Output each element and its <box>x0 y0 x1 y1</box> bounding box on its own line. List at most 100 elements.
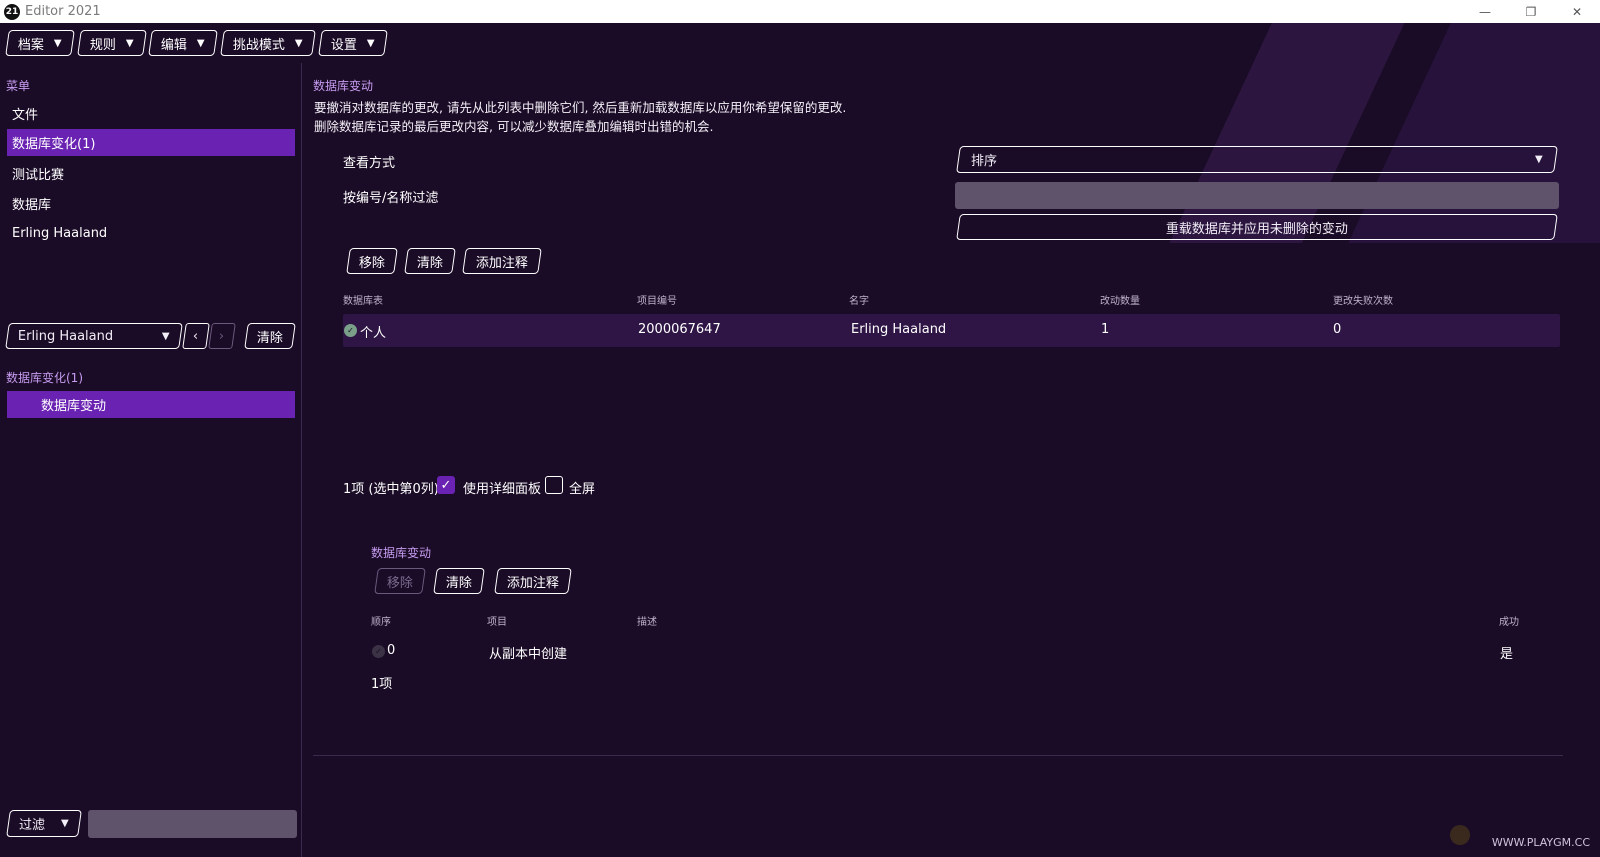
sidebar-item-label: 测试比赛 <box>12 168 65 183</box>
title-bar: 21 Editor 2021 — ❐ ✕ <box>0 0 1600 23</box>
window-controls: — ❐ ✕ <box>1462 0 1600 23</box>
chevron-down-icon: ▼ <box>197 37 206 49</box>
filter-label: 过滤 <box>19 818 46 833</box>
main-panel: 数据库变动 要撤消对数据库的更改, 请先从此列表中删除它们, 然后重新加载数据库… <box>303 63 1600 857</box>
sidebar-menu-heading: 菜单 <box>6 79 31 93</box>
sidebar-item-test-match[interactable]: 测试比赛 <box>7 160 295 187</box>
menu-label: 编辑 <box>161 37 188 53</box>
col-header-item-id[interactable]: 项目编号 <box>637 292 677 307</box>
sidebar-filter-input[interactable] <box>88 810 297 838</box>
window-title: Editor 2021 <box>25 4 101 19</box>
watermark: WWW.PLAYGM.CC <box>1491 836 1590 849</box>
menu-edit-button[interactable]: 编辑 ▼ <box>148 30 218 56</box>
cell-name: Erling Haaland <box>851 322 947 337</box>
cell-db-table: 个人 <box>360 326 387 341</box>
chevron-down-icon: ▼ <box>54 37 62 49</box>
sidebar-item-files[interactable]: 文件 <box>7 100 295 127</box>
col-header-fail-count[interactable]: 更改失败次数 <box>1333 292 1393 307</box>
sidebar-item-db-change-entry[interactable]: 数据库变动 <box>7 391 295 418</box>
chevron-down-icon: ▼ <box>162 330 170 342</box>
detail-clear-button[interactable]: 清除 <box>433 568 485 594</box>
button-label: 清除 <box>256 330 283 346</box>
sidebar-item-label: Erling Haaland <box>12 226 108 241</box>
detail-add-note-button[interactable]: 添加注释 <box>494 568 572 594</box>
reload-database-button[interactable]: 重载数据库并应用未删除的变动 <box>956 214 1558 240</box>
detail-cell-order: 0 <box>387 643 396 658</box>
chevron-down-icon: ▼ <box>125 37 134 49</box>
chevron-down-icon: ▼ <box>295 37 303 49</box>
close-button[interactable]: ✕ <box>1554 0 1600 23</box>
filter-by-id-label: 按编号/名称过滤 <box>343 191 439 206</box>
chevron-left-icon: ‹ <box>193 328 199 344</box>
detail-col-description[interactable]: 描述 <box>637 613 657 628</box>
restore-button[interactable]: ❐ <box>1508 0 1554 23</box>
menu-challenge-button[interactable]: 挑战模式 ▼ <box>220 30 316 56</box>
view-mode-label: 查看方式 <box>343 156 396 171</box>
filter-dropdown[interactable]: 过滤 ▼ <box>6 810 82 837</box>
button-label: 清除 <box>445 575 472 591</box>
add-note-button[interactable]: 添加注释 <box>462 248 542 274</box>
menu-rules-button[interactable]: 规则 ▼ <box>76 30 147 56</box>
detail-col-success[interactable]: 成功 <box>1499 613 1519 628</box>
chevron-right-icon: › <box>219 328 225 344</box>
detail-panel-checkbox[interactable]: ✓ <box>437 476 455 494</box>
sidebar-item-database[interactable]: 数据库 <box>7 190 295 217</box>
table-row[interactable] <box>343 314 1560 347</box>
cell-fail-count: 0 <box>1333 322 1342 337</box>
detail-col-order[interactable]: 顺序 <box>371 613 391 628</box>
col-header-db-table[interactable]: 数据库表 <box>343 292 383 307</box>
fullscreen-label: 全屏 <box>569 482 596 497</box>
player-combo[interactable]: Erling Haaland ▼ <box>5 323 183 349</box>
checkmark-icon: ✓ <box>440 477 452 493</box>
cell-item-id: 2000067647 <box>638 322 721 337</box>
menu-settings-button[interactable]: 设置 ▼ <box>318 30 388 56</box>
app-logo-icon: 21 <box>4 3 20 20</box>
chevron-down-icon: ▼ <box>1535 154 1543 165</box>
detail-col-item[interactable]: 项目 <box>487 613 507 628</box>
sidebar-changes-heading: 数据库变化(1) <box>6 371 83 385</box>
description-line: 删除数据库记录的最后更改内容, 可以减少数据库叠加编辑时出错的机会. <box>314 119 714 134</box>
sidebar-item-label: 数据库 <box>12 198 52 213</box>
description-line: 要撤消对数据库的更改, 请先从此列表中删除它们, 然后重新加载数据库以应用你希望… <box>314 100 847 115</box>
button-label: 清除 <box>416 255 443 271</box>
menu-label: 挑战模式 <box>233 37 286 53</box>
sidebar: 菜单 文件 数据库变化(1) 测试比赛 数据库 Erling Haaland E… <box>0 63 302 857</box>
button-label: 添加注释 <box>475 255 528 271</box>
prev-button[interactable]: ‹ <box>182 323 210 349</box>
detail-remove-button[interactable]: 移除 <box>374 568 426 594</box>
minimize-button[interactable]: — <box>1462 0 1508 23</box>
status-text: 1项 (选中第0列) <box>343 482 439 497</box>
divider <box>313 755 1563 756</box>
cell-change-count: 1 <box>1101 322 1110 337</box>
menu-bar: 档案 ▼ 规则 ▼ 编辑 ▼ 挑战模式 ▼ 设置 ▼ <box>0 23 1600 63</box>
menu-file-button[interactable]: 档案 ▼ <box>5 30 75 56</box>
clear-button[interactable]: 清除 <box>404 248 456 274</box>
section-title: 数据库变动 <box>313 79 374 93</box>
remove-button[interactable]: 移除 <box>346 248 398 274</box>
detail-cell-item: 从副本中创建 <box>489 647 568 662</box>
sidebar-item-db-changes[interactable]: 数据库变化(1) <box>7 129 295 156</box>
detail-cell-success: 是 <box>1500 647 1514 662</box>
sidebar-item-label: 数据库变动 <box>41 399 107 414</box>
detail-count: 1项 <box>371 677 393 692</box>
button-label: 添加注释 <box>506 575 559 591</box>
next-button[interactable]: › <box>208 323 236 349</box>
button-label: 重载数据库并应用未删除的变动 <box>1165 221 1348 237</box>
description: 要撤消对数据库的更改, 请先从此列表中删除它们, 然后重新加载数据库以应用你希望… <box>314 98 846 136</box>
view-mode-select[interactable]: 排序 ▼ <box>956 146 1558 173</box>
sidebar-item-player[interactable]: Erling Haaland <box>7 220 295 247</box>
view-mode-value: 排序 <box>971 154 998 169</box>
col-header-name[interactable]: 名字 <box>849 292 869 307</box>
fullscreen-checkbox[interactable] <box>545 476 563 494</box>
chevron-down-icon: ▼ <box>61 818 69 829</box>
sidebar-item-label: 数据库变化(1) <box>12 137 96 152</box>
sidebar-clear-button[interactable]: 清除 <box>244 323 296 349</box>
filter-by-id-input[interactable] <box>955 182 1559 209</box>
check-icon: ✓ <box>344 324 357 337</box>
button-label: 移除 <box>386 575 413 591</box>
detail-panel-label: 使用详细面板 <box>463 482 542 497</box>
menu-label: 档案 <box>18 37 45 53</box>
watermark-logo-icon <box>1450 825 1470 845</box>
menu-label: 设置 <box>330 37 357 53</box>
col-header-change-count[interactable]: 改动数量 <box>1100 292 1140 307</box>
